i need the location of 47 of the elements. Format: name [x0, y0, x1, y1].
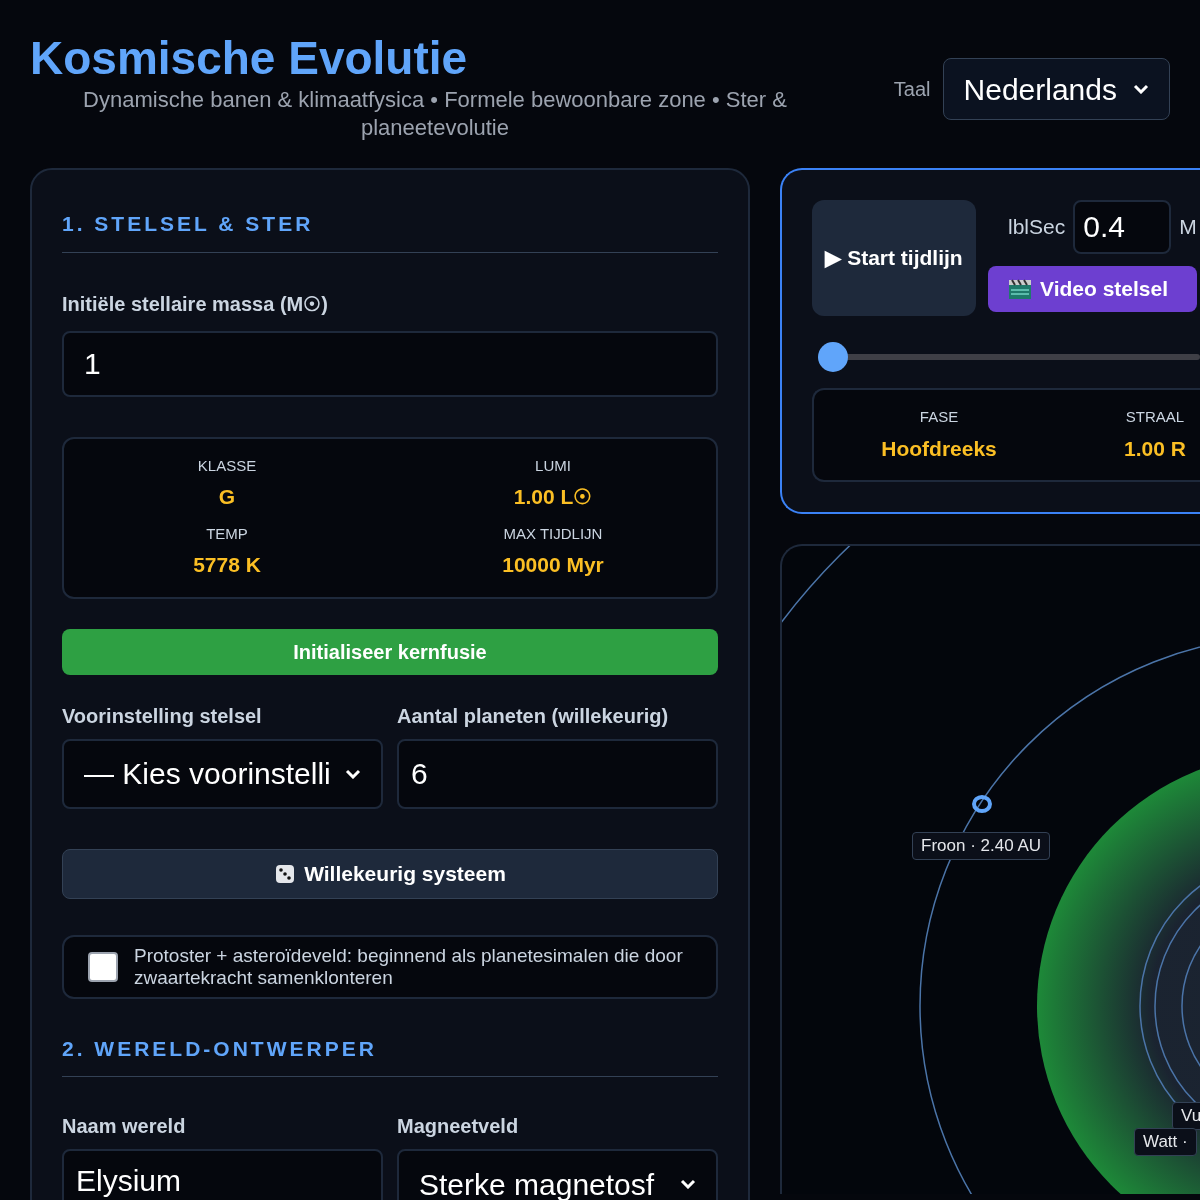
- planet-label: Watt ·: [1134, 1128, 1197, 1156]
- magnetic-field-select[interactable]: Sterke magnetosf: [397, 1149, 718, 1200]
- stat-value: 1.00 R: [1124, 435, 1186, 462]
- app-title: Kosmische Evolutie: [30, 31, 468, 86]
- stat-value: 10000 Myr: [502, 552, 604, 578]
- video-button[interactable]: Video stelsel: [988, 266, 1197, 312]
- stat-value: Hoofdreeks: [881, 435, 997, 462]
- stat-value: 5778 K: [193, 552, 261, 578]
- section-heading: 1. STELSEL & STER: [62, 208, 718, 253]
- dice-icon: [274, 862, 297, 885]
- protostar-checkbox[interactable]: [88, 951, 118, 982]
- stat-value: G: [218, 484, 236, 510]
- stat-label: MAX TIJDLIJN: [503, 523, 603, 544]
- cut-label: M: [1179, 214, 1197, 241]
- preset-select[interactable]: — Kies voorinstelli: [62, 738, 383, 809]
- clapperboard-icon: [1008, 278, 1032, 300]
- stat-label: STRAAL: [1125, 407, 1185, 427]
- sec-input[interactable]: 0.4: [1073, 200, 1172, 254]
- field-label: Aantal planeten (willekeurig): [397, 703, 670, 729]
- stat-label: TEMP: [206, 523, 248, 544]
- chevron-down-icon: [345, 768, 361, 779]
- app-subtitle: Dynamische banen & klimaatfysica • Formele bewoonbare zone • Ster & planeetevolutie: [82, 86, 788, 142]
- language-select[interactable]: Nederlands: [942, 58, 1170, 120]
- planet-label: Froon · 2.40 AU: [912, 832, 1050, 860]
- field-label: Magneetveld: [397, 1114, 520, 1139]
- planet-marker: [972, 795, 992, 813]
- slider-thumb[interactable]: [818, 342, 848, 372]
- sec-label: lblSec: [1008, 214, 1066, 241]
- chevron-down-icon: [680, 1179, 696, 1189]
- chevron-down-icon: [1133, 84, 1149, 94]
- protostar-label: Protoster + asteroïdeveld: beginnend als planetesimalen die door zwaartekracht samenklonteren: [134, 944, 684, 989]
- language-label: Taal: [893, 77, 931, 102]
- section-heading: 2. WERELD-ONTWERPER: [62, 1032, 718, 1077]
- field-label: Voorinstelling stelsel: [62, 703, 263, 729]
- start-timeline-button[interactable]: ▶ Start tijdlijn: [812, 200, 976, 316]
- timeline-slider[interactable]: [818, 342, 1200, 372]
- mass-input[interactable]: 1: [62, 330, 718, 397]
- stat-label: LUMI: [535, 455, 571, 476]
- stat-value: 1.00 L☉: [513, 484, 593, 510]
- field-label: Initiële stellaire massa (M☉): [62, 292, 328, 315]
- stat-label: FASE: [919, 407, 959, 427]
- planet-count-input[interactable]: 6: [397, 738, 718, 809]
- random-system-button[interactable]: Willekeurig systeem: [62, 848, 718, 899]
- world-name-input[interactable]: Elysium: [62, 1149, 383, 1200]
- field-label: Naam wereld: [62, 1114, 187, 1139]
- stat-label: KLASSE: [197, 455, 257, 476]
- planet-label: Vu: [1172, 1102, 1200, 1130]
